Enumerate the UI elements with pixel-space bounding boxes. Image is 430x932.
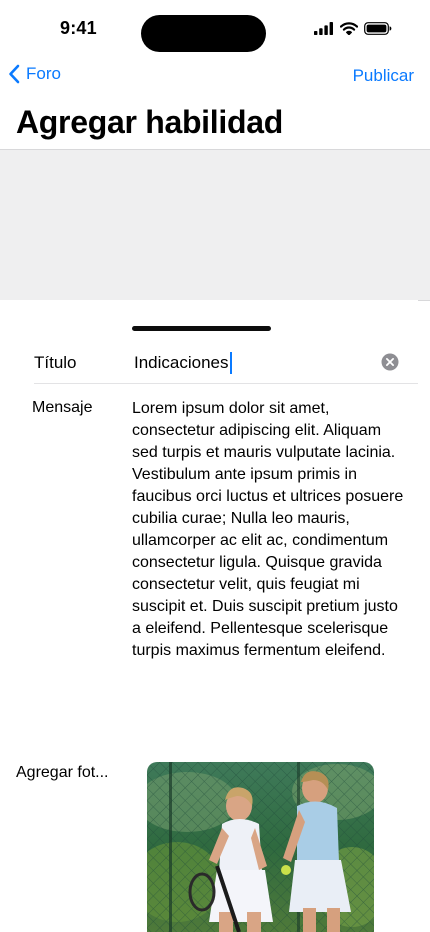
page-title: Agregar habilidad <box>16 104 283 140</box>
photo-thumbnail[interactable] <box>147 762 374 932</box>
status-bar: 9:41 <box>0 0 430 56</box>
clear-text-icon[interactable] <box>381 353 399 371</box>
background-area <box>0 149 430 301</box>
navigation-bar: Foro Publicar <box>0 60 430 94</box>
add-photo-label: Agregar fot... <box>16 764 109 781</box>
back-button[interactable]: Foro <box>8 64 61 84</box>
message-label: Mensaje <box>32 399 93 416</box>
sheet-grabber[interactable] <box>132 326 271 331</box>
wifi-icon <box>340 22 358 35</box>
cellular-signal-icon <box>314 22 333 35</box>
status-time: 9:41 <box>60 18 97 38</box>
battery-icon <box>364 22 392 35</box>
message-input[interactable]: Lorem ipsum dolor sit amet, consectetur … <box>132 398 404 662</box>
title-input-value: Indicaciones <box>134 353 229 372</box>
status-icons <box>314 22 392 35</box>
dynamic-island <box>141 15 266 52</box>
text-caret <box>229 352 232 374</box>
chevron-left-icon <box>9 64 20 84</box>
title-input[interactable]: Indicaciones <box>134 352 232 374</box>
back-button-label: Foro <box>26 64 61 83</box>
compose-sheet: Título Indicaciones Mensaje Lorem ipsum … <box>0 300 418 932</box>
publish-button[interactable]: Publicar <box>353 66 414 86</box>
title-label: Título <box>34 353 77 372</box>
tennis-players-image <box>147 762 374 932</box>
field-divider <box>34 383 418 384</box>
